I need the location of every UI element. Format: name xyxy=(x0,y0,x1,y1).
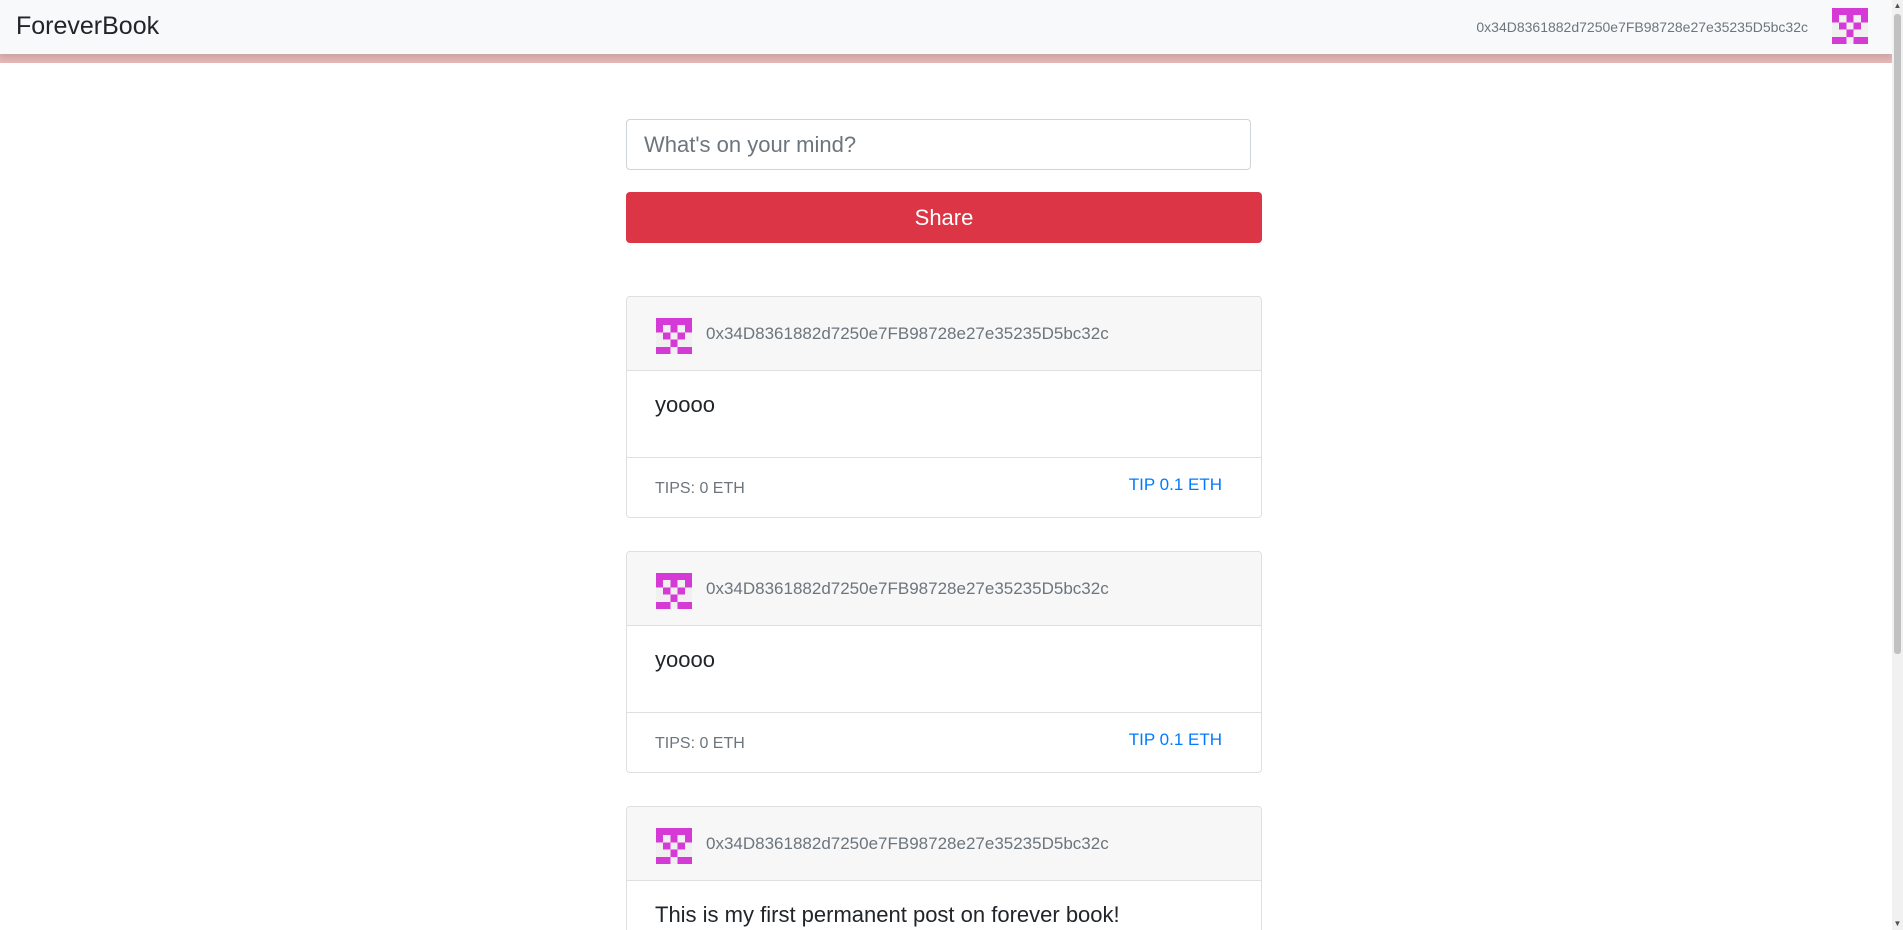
author-avatar-icon xyxy=(656,828,692,864)
post-footer: TIPS: 0 ETH TIP 0.1 ETH xyxy=(627,713,1261,772)
share-button[interactable]: Share xyxy=(626,192,1262,243)
tip-button[interactable]: TIP 0.1 ETH xyxy=(1129,475,1222,495)
post-input[interactable] xyxy=(626,119,1251,170)
post-author-address: 0x34D8361882d7250e7FB98728e27e35235D5bc3… xyxy=(706,324,1109,343)
page: ForeverBook 0x34D8361882d7250e7FB98728e2… xyxy=(0,0,1903,930)
post-footer: TIPS: 0 ETH TIP 0.1 ETH xyxy=(627,458,1261,517)
post-header: 0x34D8361882d7250e7FB98728e27e35235D5bc3… xyxy=(627,807,1261,881)
tips-amount: TIPS: 0 ETH xyxy=(655,480,745,497)
scroll-down-icon[interactable]: ▼ xyxy=(1892,918,1903,930)
post-card: 0x34D8361882d7250e7FB98728e27e35235D5bc3… xyxy=(626,806,1262,930)
scroll-up-icon[interactable]: ▲ xyxy=(1892,0,1903,12)
navbar: ForeverBook 0x34D8361882d7250e7FB98728e2… xyxy=(0,0,1892,54)
account-address: 0x34D8361882d7250e7FB98728e27e35235D5bc3… xyxy=(1476,19,1808,35)
author-avatar-icon xyxy=(656,573,692,609)
post-content: This is my first permanent post on forev… xyxy=(655,902,1120,927)
post-content: yoooo xyxy=(627,626,1261,713)
post-card: 0x34D8361882d7250e7FB98728e27e35235D5bc3… xyxy=(626,551,1262,773)
author-avatar-icon xyxy=(656,318,692,354)
account-avatar-icon xyxy=(1832,8,1868,44)
page-scrollbar[interactable]: ▲ ▼ xyxy=(1892,0,1903,930)
post-author-address: 0x34D8361882d7250e7FB98728e27e35235D5bc3… xyxy=(706,834,1109,853)
navbar-shadow-stripe xyxy=(0,54,1892,63)
post-author-address: 0x34D8361882d7250e7FB98728e27e35235D5bc3… xyxy=(706,579,1109,598)
brand-link[interactable]: ForeverBook xyxy=(16,12,159,41)
post-header: 0x34D8361882d7250e7FB98728e27e35235D5bc3… xyxy=(627,552,1261,626)
scrollbar-thumb[interactable] xyxy=(1894,14,1901,654)
post-content: yoooo xyxy=(627,371,1261,458)
post-header: 0x34D8361882d7250e7FB98728e27e35235D5bc3… xyxy=(627,297,1261,371)
tip-button[interactable]: TIP 0.1 ETH xyxy=(1129,730,1222,750)
tips-amount: TIPS: 0 ETH xyxy=(655,735,745,752)
post-card: 0x34D8361882d7250e7FB98728e27e35235D5bc3… xyxy=(626,296,1262,518)
